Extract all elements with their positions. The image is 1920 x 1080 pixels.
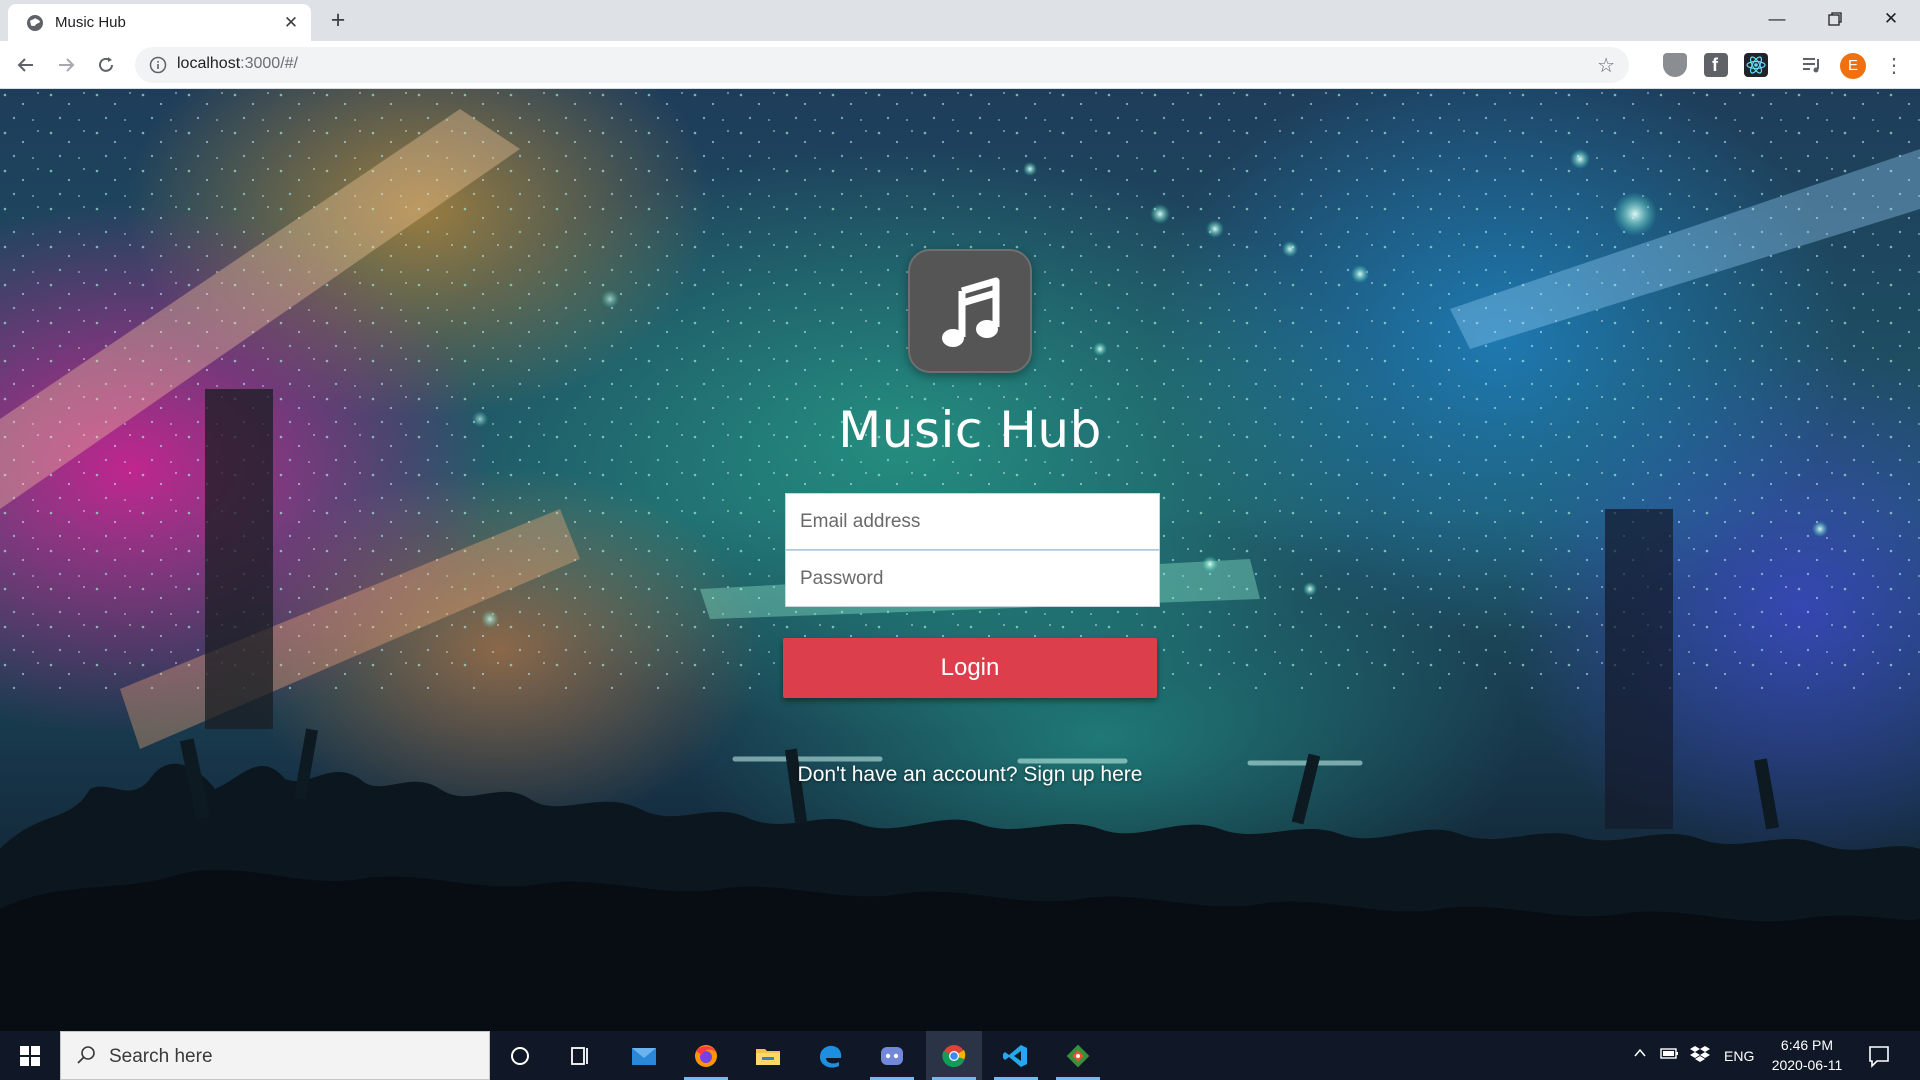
clock-date: 2020-06-11 [1771, 1057, 1843, 1073]
vscode-icon [1003, 1045, 1027, 1067]
cortana-icon [511, 1047, 529, 1065]
profile-avatar[interactable]: E [1840, 53, 1866, 79]
bookmark-star-icon[interactable]: ☆ [1597, 53, 1615, 78]
browser-tab[interactable]: Music Hub ✕ [8, 4, 311, 41]
firefox-icon [695, 1045, 717, 1067]
url-text: localhost:3000/#/ [177, 55, 298, 73]
shield-extension-icon[interactable] [1663, 53, 1687, 77]
windows-taskbar: Search here ENG 6:46 PM 2020-06-11 [0, 1031, 1920, 1080]
edge-app-button[interactable] [802, 1031, 858, 1080]
reload-icon [99, 57, 113, 72]
password-field[interactable] [785, 550, 1160, 607]
react-atom-icon [1746, 56, 1766, 74]
language-indicator[interactable]: ENG [1724, 1048, 1754, 1080]
login-button[interactable]: Login [783, 638, 1157, 698]
page-background: Music Hub Login Don't have an account? S… [0, 89, 1920, 1031]
git-app-button[interactable] [1050, 1031, 1106, 1080]
new-tab-button[interactable]: + [325, 7, 351, 33]
url-host: localhost [177, 55, 241, 72]
dropbox-glyph [1690, 1046, 1710, 1062]
signup-link[interactable]: Don't have an account? Sign up here [760, 763, 1180, 787]
playlist-icon [1803, 58, 1819, 73]
chrome-app-button[interactable] [926, 1031, 982, 1080]
media-queue-icon[interactable] [1800, 53, 1824, 77]
back-button[interactable] [12, 51, 40, 79]
discord-icon [881, 1047, 903, 1065]
mail-app-button[interactable] [616, 1031, 672, 1080]
browser-toolbar: localhost:3000/#/ ☆ f E ⋮ [0, 41, 1920, 89]
chevron-up-icon [1634, 1048, 1646, 1057]
globe-icon [27, 15, 43, 31]
notification-center-icon[interactable] [1866, 1043, 1892, 1069]
search-icon [77, 1046, 95, 1064]
browser-menu-icon[interactable]: ⋮ [1882, 53, 1906, 79]
file-explorer-icon [756, 1049, 780, 1065]
cortana-button[interactable] [492, 1031, 548, 1080]
browser-tabbar: Music Hub ✕ + — ✕ [0, 0, 1920, 41]
discord-app-button[interactable] [864, 1031, 920, 1080]
dropbox-icon[interactable] [1690, 1045, 1710, 1080]
minimize-button[interactable]: — [1748, 0, 1806, 38]
info-icon[interactable] [149, 56, 167, 74]
edge-icon [820, 1045, 842, 1068]
restore-icon [1828, 12, 1842, 26]
battery-icon[interactable] [1660, 1046, 1680, 1080]
vscode-app-button[interactable] [988, 1031, 1044, 1080]
mail-icon [632, 1048, 656, 1065]
facebook-glyph: f [1712, 55, 1718, 75]
task-view-icon [571, 1047, 588, 1065]
music-note-icon [942, 277, 1000, 347]
address-bar[interactable]: localhost:3000/#/ ☆ [135, 47, 1629, 83]
chrome-icon [942, 1045, 966, 1068]
react-devtools-icon[interactable] [1744, 53, 1768, 77]
forward-button[interactable] [52, 51, 80, 79]
back-arrow-icon [17, 58, 33, 72]
login-panel: Music Hub Login Don't have an account? S… [0, 89, 1920, 1031]
tab-title: Music Hub [55, 14, 126, 31]
git-icon [1066, 1044, 1090, 1068]
close-window-button[interactable]: ✕ [1862, 0, 1920, 38]
search-placeholder: Search here [109, 1046, 213, 1067]
forward-arrow-icon [59, 58, 75, 72]
file-explorer-button[interactable] [740, 1031, 796, 1080]
clock-time: 6:46 PM [1780, 1037, 1834, 1053]
email-field[interactable] [785, 493, 1160, 550]
tray-overflow-icon[interactable] [1632, 1045, 1648, 1080]
firefox-app-button[interactable] [678, 1031, 734, 1080]
app-title: Music Hub [838, 401, 1102, 459]
taskbar-clock[interactable]: 6:46 PM 2020-06-11 [1762, 1035, 1852, 1075]
app-logo [908, 249, 1032, 373]
windows-start-icon[interactable] [10, 1043, 50, 1069]
url-path: :3000/#/ [240, 55, 298, 72]
close-tab-icon[interactable]: ✕ [281, 13, 301, 33]
taskbar-search[interactable]: Search here [60, 1031, 490, 1080]
reload-button[interactable] [92, 51, 120, 79]
restore-button[interactable] [1806, 0, 1864, 38]
facebook-extension-icon[interactable]: f [1704, 53, 1728, 77]
battery-glyph [1660, 1048, 1678, 1059]
task-view-button[interactable] [552, 1031, 608, 1080]
